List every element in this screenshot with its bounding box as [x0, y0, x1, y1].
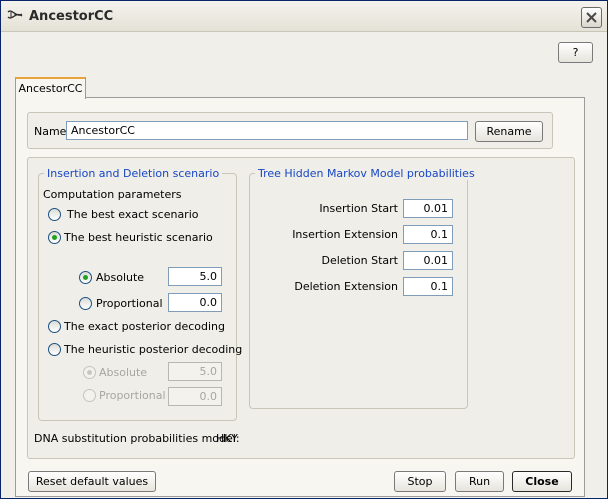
- deletion-start-label: Deletion Start: [321, 254, 398, 267]
- tab-ancestorcc[interactable]: AncestorCC: [15, 77, 86, 99]
- heuristic-absolute-input[interactable]: 5.0: [168, 267, 222, 286]
- posterior-absolute-label[interactable]: Absolute: [99, 366, 147, 379]
- hmm-probabilities-legend: Tree Hidden Markov Model probabilities: [255, 167, 478, 180]
- exact-posterior-label[interactable]: The exact posterior decoding: [64, 320, 225, 333]
- best-heuristic-label[interactable]: The best heuristic scenario: [64, 231, 213, 244]
- run-button[interactable]: Run: [455, 471, 504, 492]
- heuristic-absolute-radio[interactable]: [79, 271, 92, 284]
- insertion-extension-label: Insertion Extension: [292, 228, 398, 241]
- heuristic-proportional-input[interactable]: 0.0: [168, 293, 222, 312]
- heuristic-posterior-radio[interactable]: [48, 343, 61, 356]
- stop-button[interactable]: Stop: [394, 471, 446, 492]
- posterior-proportional-radio[interactable]: [83, 389, 96, 402]
- rename-button[interactable]: Rename: [475, 121, 543, 142]
- dna-model-value: HKY: [216, 432, 238, 445]
- name-label: Name: [34, 125, 67, 138]
- heuristic-posterior-label[interactable]: The heuristic posterior decoding: [64, 343, 242, 356]
- title-bar[interactable]: AncestorCC: [1, 1, 607, 32]
- dialog-window: AncestorCC ? AncestorCC Name AncestorCC …: [0, 0, 608, 499]
- close-button[interactable]: Close: [512, 471, 572, 492]
- insertion-extension-input[interactable]: 0.1: [403, 225, 453, 244]
- posterior-absolute-radio[interactable]: [83, 366, 96, 379]
- dna-model-label: DNA substitution probabilities model:: [34, 432, 240, 445]
- deletion-start-input[interactable]: 0.01: [403, 251, 453, 270]
- insertion-start-label: Insertion Start: [319, 202, 398, 215]
- window-close-button[interactable]: [581, 7, 602, 28]
- deletion-extension-input[interactable]: 0.1: [403, 277, 453, 296]
- name-input[interactable]: AncestorCC: [66, 121, 468, 140]
- indel-scenario-legend: Insertion and Deletion scenario: [44, 167, 223, 180]
- dna-helix-icon: [7, 9, 23, 21]
- heuristic-absolute-label[interactable]: Absolute: [96, 271, 144, 284]
- exact-posterior-radio[interactable]: [48, 320, 61, 333]
- heuristic-proportional-label[interactable]: Proportional: [96, 297, 163, 310]
- reset-default-values-button[interactable]: Reset default values: [28, 471, 156, 492]
- deletion-extension-label: Deletion Extension: [294, 280, 398, 293]
- best-heuristic-radio[interactable]: [48, 231, 61, 244]
- posterior-absolute-input[interactable]: 5.0: [168, 362, 222, 381]
- computation-parameters-label: Computation parameters: [43, 188, 182, 201]
- best-exact-label[interactable]: The best exact scenario: [67, 208, 199, 221]
- posterior-proportional-label[interactable]: Proportional: [99, 389, 166, 402]
- posterior-proportional-input[interactable]: 0.0: [168, 387, 222, 406]
- best-exact-radio[interactable]: [48, 208, 61, 221]
- help-button[interactable]: ?: [558, 42, 593, 63]
- insertion-start-input[interactable]: 0.01: [403, 199, 453, 218]
- window-title: AncestorCC: [29, 9, 114, 24]
- heuristic-proportional-radio[interactable]: [79, 297, 92, 310]
